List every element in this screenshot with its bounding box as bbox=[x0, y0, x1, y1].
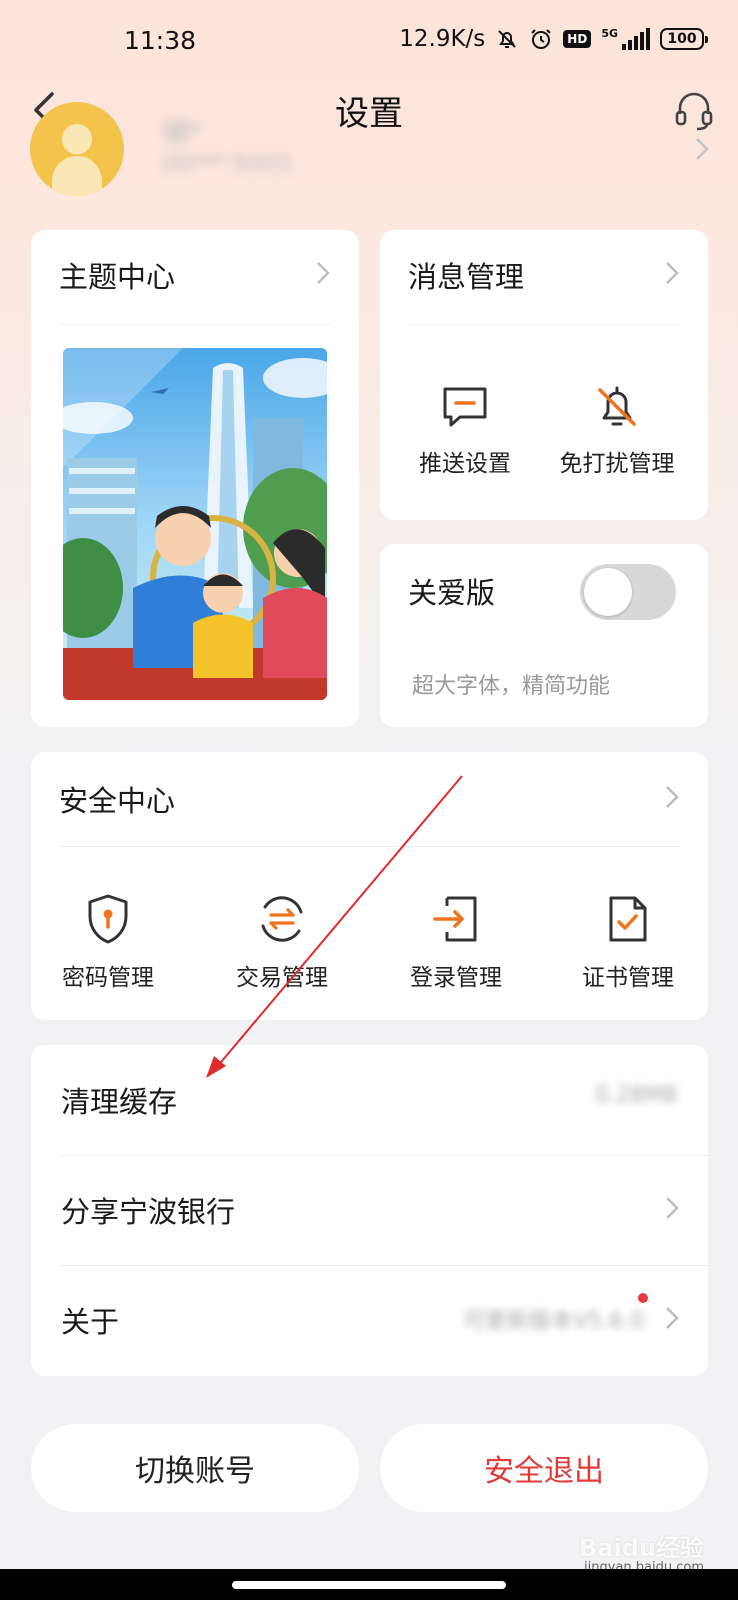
update-badge bbox=[638, 1293, 648, 1303]
about-row[interactable]: 关于 可更新版本V5.6.0 bbox=[31, 1265, 708, 1375]
system-navigation-bar bbox=[0, 1569, 738, 1600]
password-management-item[interactable]: 密码管理 bbox=[53, 892, 163, 992]
certificate-management-label: 证书管理 bbox=[582, 965, 674, 991]
security-center-card: 安全中心 密码管理 交易管理 登录管理 证书管理 bbox=[31, 752, 708, 1020]
settings-list: 清理缓存 0.28MB 分享宁波银行 关于 可更新版本V5.6.0 bbox=[31, 1045, 708, 1376]
status-indicators: 12.9K/s HD 5G 100 bbox=[399, 26, 708, 52]
about-version-value: 可更新版本V5.6.0 bbox=[462, 1309, 644, 1334]
clear-cache-row[interactable]: 清理缓存 0.28MB bbox=[31, 1045, 708, 1155]
cache-size-value: 0.28MB bbox=[594, 1083, 678, 1108]
baidu-watermark: Baidu经验 bbox=[579, 1534, 704, 1562]
share-bank-label: 分享宁波银行 bbox=[61, 1195, 236, 1229]
login-management-item[interactable]: 登录管理 bbox=[401, 892, 511, 992]
message-management-card: 消息管理 推送设置 免打扰管理 bbox=[380, 230, 708, 520]
divider bbox=[59, 846, 680, 847]
status-time: 11:38 bbox=[124, 26, 197, 55]
login-icon bbox=[433, 896, 477, 942]
login-management-label: 登录管理 bbox=[410, 965, 502, 991]
status-bar: 11:38 12.9K/s HD 5G 100 bbox=[0, 0, 738, 84]
message-icon bbox=[443, 387, 487, 427]
exchange-icon bbox=[261, 896, 303, 942]
clear-cache-label: 清理缓存 bbox=[61, 1085, 178, 1119]
theme-illustration bbox=[63, 348, 327, 700]
message-management-title: 消息管理 bbox=[408, 260, 525, 294]
alarm-icon bbox=[531, 29, 552, 49]
certificate-icon bbox=[609, 896, 647, 942]
logout-button[interactable]: 安全退出 bbox=[380, 1424, 708, 1512]
signal-icon: 5G bbox=[601, 28, 650, 50]
divider bbox=[59, 324, 331, 325]
chevron-right-icon bbox=[696, 138, 709, 160]
chevron-right-icon bbox=[317, 262, 330, 284]
theme-center-card[interactable]: 主题中心 bbox=[31, 230, 359, 727]
transaction-management-label: 交易管理 bbox=[236, 965, 328, 991]
toggle-knob bbox=[584, 568, 632, 616]
theme-preview-image[interactable] bbox=[63, 348, 327, 700]
bell-off-icon bbox=[598, 386, 636, 426]
care-mode-toggle[interactable] bbox=[580, 564, 676, 620]
profile-name: 储* bbox=[162, 118, 202, 148]
transaction-management-item[interactable]: 交易管理 bbox=[227, 892, 337, 992]
certificate-management-item[interactable]: 证书管理 bbox=[573, 892, 683, 992]
do-not-disturb-item[interactable]: 免打扰管理 bbox=[552, 382, 682, 478]
chevron-right-icon[interactable] bbox=[664, 260, 680, 286]
about-label: 关于 bbox=[61, 1305, 120, 1339]
divider bbox=[408, 324, 680, 325]
avatar[interactable] bbox=[30, 102, 124, 196]
home-gesture-handle[interactable] bbox=[232, 1581, 506, 1589]
push-settings-label: 推送设置 bbox=[419, 451, 511, 477]
care-mode-card: 关爱版 超大字体，精简功能 bbox=[380, 544, 708, 727]
network-type: 5G bbox=[601, 27, 618, 40]
hd-badge: HD bbox=[563, 30, 592, 48]
theme-center-title: 主题中心 bbox=[59, 260, 176, 294]
shield-icon bbox=[88, 894, 128, 944]
mute-bell-icon bbox=[498, 30, 517, 48]
chevron-right-icon[interactable] bbox=[664, 784, 680, 810]
profile-account: (0)*** 5(0)1 bbox=[162, 152, 293, 177]
do-not-disturb-label: 免打扰管理 bbox=[559, 451, 675, 477]
network-speed: 12.9K/s bbox=[399, 26, 486, 52]
push-settings-item[interactable]: 推送设置 bbox=[410, 382, 520, 478]
security-center-title: 安全中心 bbox=[59, 784, 176, 818]
chevron-right-icon bbox=[666, 1197, 679, 1219]
care-mode-description: 超大字体，精简功能 bbox=[412, 674, 611, 699]
battery-icon: 100 bbox=[660, 28, 708, 50]
switch-account-button[interactable]: 切换账号 bbox=[31, 1424, 359, 1512]
password-management-label: 密码管理 bbox=[62, 965, 154, 991]
chevron-right-icon bbox=[666, 1307, 679, 1329]
care-mode-title: 关爱版 bbox=[408, 576, 496, 610]
share-bank-row[interactable]: 分享宁波银行 bbox=[31, 1155, 708, 1265]
profile-header[interactable]: 储* (0)*** 5(0)1 bbox=[30, 102, 710, 198]
